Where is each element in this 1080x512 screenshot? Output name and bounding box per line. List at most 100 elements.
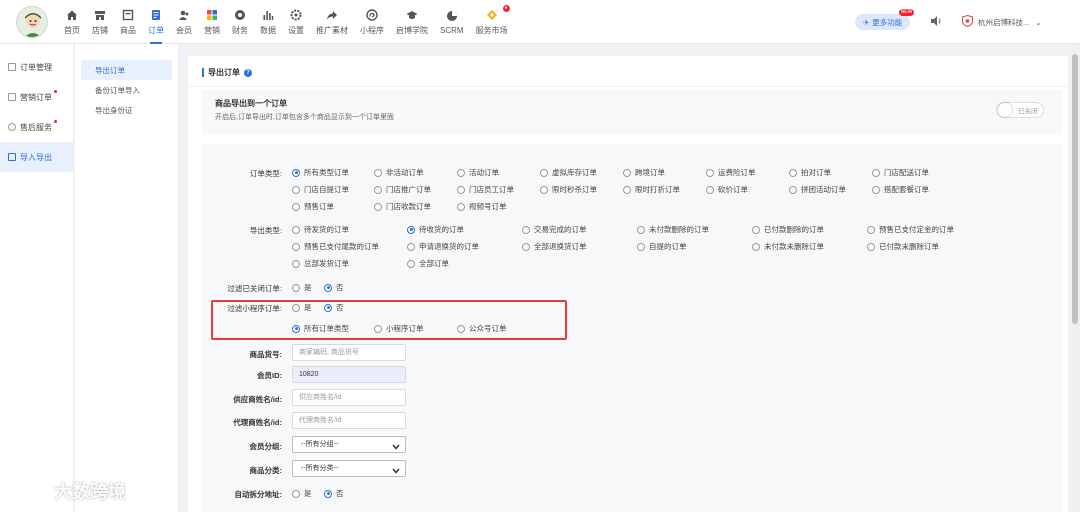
import-export-icon bbox=[8, 153, 16, 161]
nav-label: 数据 bbox=[260, 26, 276, 35]
export-type-option[interactable]: 预售已支付定金的订单 bbox=[867, 224, 954, 235]
order-type-option[interactable]: 所有类型订单 bbox=[292, 167, 349, 178]
nav-store[interactable]: 店铺 bbox=[86, 0, 114, 44]
order-type-option[interactable]: 虚拟库存订单 bbox=[540, 167, 597, 178]
order-type-option[interactable]: 跨境订单 bbox=[623, 167, 665, 178]
nav-marketing[interactable]: 营销 bbox=[198, 0, 226, 44]
auto-split-yes[interactable]: 是 bbox=[292, 488, 312, 499]
order-type-option[interactable]: 门店员工订单 bbox=[457, 184, 514, 195]
help-icon[interactable]: ? bbox=[244, 68, 252, 77]
nav-promo-material[interactable]: 推广素材 bbox=[310, 0, 354, 44]
sidebar-item-order-manage[interactable]: 订单管理 bbox=[0, 52, 73, 82]
nav-goods[interactable]: 商品 bbox=[114, 0, 142, 44]
radio-label: 视频号订单 bbox=[469, 202, 507, 211]
home-icon bbox=[65, 8, 79, 22]
order-type-option[interactable]: 门店自提订单 bbox=[292, 184, 349, 195]
member-group-select[interactable]: --所有分组-- bbox=[292, 436, 406, 453]
radio-label: 运费险订单 bbox=[718, 168, 756, 177]
goods-category-select[interactable]: --所有分类-- bbox=[292, 460, 406, 477]
shop-name: 杭州启博科技... bbox=[978, 17, 1030, 27]
nav-academy[interactable]: 启博学院 bbox=[390, 0, 434, 44]
nav-data[interactable]: 数据 bbox=[254, 0, 282, 44]
export-type-option[interactable]: 全部订单 bbox=[407, 258, 449, 269]
export-type-option[interactable]: 自提的订单 bbox=[637, 241, 687, 252]
order-type-option[interactable]: 门店配送订单 bbox=[872, 167, 929, 178]
subnav-export-order[interactable]: 导出订单 bbox=[81, 60, 172, 80]
agent-input[interactable]: 代理商姓名/id bbox=[292, 412, 406, 429]
nav-miniprogram[interactable]: 小程序 bbox=[354, 0, 390, 44]
sidebar-item-after-sale[interactable]: 售后服务 bbox=[0, 112, 73, 142]
export-type-option[interactable]: 待收货的订单 bbox=[407, 224, 464, 235]
nav-finance[interactable]: 财务 bbox=[226, 0, 254, 44]
order-type-option[interactable]: 限时打折订单 bbox=[623, 184, 680, 195]
chevron-down-icon bbox=[392, 441, 400, 456]
subnav-backup-import[interactable]: 备份订单导入 bbox=[81, 80, 172, 100]
sidebar-item-import-export[interactable]: 导入导出 bbox=[0, 142, 73, 172]
nav-member[interactable]: 会员 bbox=[170, 0, 198, 44]
order-type-option[interactable]: 砍价订单 bbox=[706, 184, 748, 195]
export-type-option[interactable]: 已付款删除的订单 bbox=[752, 224, 824, 235]
radio-circle bbox=[872, 185, 880, 194]
order-type-option[interactable]: 门店推广订单 bbox=[374, 184, 431, 195]
radio-circle bbox=[457, 185, 465, 194]
radio-label: 预售已支付定金的订单 bbox=[879, 225, 954, 234]
radio-circle bbox=[867, 225, 875, 234]
filter-closed-yes[interactable]: 是 bbox=[292, 282, 312, 293]
order-type-option[interactable]: 门店收款订单 bbox=[374, 201, 431, 212]
order-type-option[interactable]: 视频号订单 bbox=[457, 201, 507, 212]
radio-circle bbox=[540, 185, 548, 194]
watermark-logo-icon bbox=[8, 481, 48, 501]
order-type-option[interactable]: 活动订单 bbox=[457, 167, 499, 178]
member-id-input[interactable]: 10820 bbox=[292, 366, 406, 383]
store-avatar-logo[interactable] bbox=[16, 6, 48, 38]
export-type-option[interactable]: 已付款未删除订单 bbox=[867, 241, 939, 252]
academy-icon bbox=[405, 8, 419, 22]
watermark-text: 大数跨境 bbox=[54, 482, 126, 502]
more-features-button[interactable]: ✈ 更多功能 NEW bbox=[855, 9, 915, 30]
export-type-option[interactable]: 全部退换货订单 bbox=[522, 241, 587, 252]
sidebar-item-marketing-order[interactable]: 营销订单 bbox=[0, 82, 73, 112]
select-value: --所有分类-- bbox=[301, 465, 339, 472]
order-type-option[interactable]: 非活动订单 bbox=[374, 167, 424, 178]
goods-no-input[interactable]: 商家编码, 商品货号 bbox=[292, 344, 406, 361]
nav-service-market[interactable]: 服务市场 ● bbox=[470, 0, 514, 44]
sidebar-item-label: 导入导出 bbox=[20, 152, 52, 162]
export-type-option[interactable]: 交易完成的订单 bbox=[522, 224, 587, 235]
watermark: 大数跨境 bbox=[8, 478, 126, 504]
radio-circle bbox=[752, 242, 760, 251]
order-type-option[interactable]: 搭配套餐订单 bbox=[872, 184, 929, 195]
nav-order[interactable]: 订单 bbox=[142, 0, 170, 44]
nav-label: 订单 bbox=[148, 26, 164, 35]
order-type-option[interactable]: 预售订单 bbox=[292, 201, 334, 212]
export-type-option[interactable]: 申请退换货的订单 bbox=[407, 241, 479, 252]
auto-split-no[interactable]: 否 bbox=[324, 488, 344, 499]
settings-icon bbox=[289, 8, 303, 22]
nav-settings[interactable]: 设置 bbox=[282, 0, 310, 44]
subnav-export-id-card[interactable]: 导出身份证 bbox=[81, 100, 172, 120]
export-type-option[interactable]: 待发货的订单 bbox=[292, 224, 349, 235]
export-type-option[interactable]: 预售已支付尾款的订单 bbox=[292, 241, 379, 252]
merge-toggle[interactable]: 已关闭 bbox=[996, 102, 1044, 118]
speaker-icon[interactable] bbox=[930, 15, 942, 29]
select-value: --所有分组-- bbox=[301, 441, 339, 448]
shop-switcher[interactable]: 杭州启博科技... ⌄ bbox=[962, 14, 1042, 29]
filter-closed-no[interactable]: 否 bbox=[324, 282, 344, 293]
nav-label: 会员 bbox=[176, 26, 192, 35]
nav-scrm[interactable]: SCRM bbox=[434, 0, 470, 44]
red-dot-badge bbox=[54, 120, 57, 123]
radio-label: 未付款删除的订单 bbox=[649, 225, 709, 234]
export-type-option[interactable]: 未付款删除的订单 bbox=[637, 224, 709, 235]
nav-home[interactable]: 首页 bbox=[58, 0, 86, 44]
scrollbar-thumb[interactable] bbox=[1072, 54, 1078, 324]
supplier-input[interactable]: 供应商姓名/id bbox=[292, 389, 406, 406]
order-type-option[interactable]: 拍对订单 bbox=[789, 167, 831, 178]
sidebar-item-label: 售后服务 bbox=[20, 122, 52, 132]
member-group-label: 会员分组: bbox=[249, 442, 283, 451]
radio-label: 已付款未删除订单 bbox=[879, 242, 939, 251]
order-type-option[interactable]: 拼团活动订单 bbox=[789, 184, 846, 195]
order-type-option[interactable]: 限时秒杀订单 bbox=[540, 184, 597, 195]
export-type-option[interactable]: 总部发货订单 bbox=[292, 258, 349, 269]
order-type-option[interactable]: 运费险订单 bbox=[706, 167, 756, 178]
export-type-option[interactable]: 未付款未删除订单 bbox=[752, 241, 824, 252]
finance-icon bbox=[233, 8, 247, 22]
